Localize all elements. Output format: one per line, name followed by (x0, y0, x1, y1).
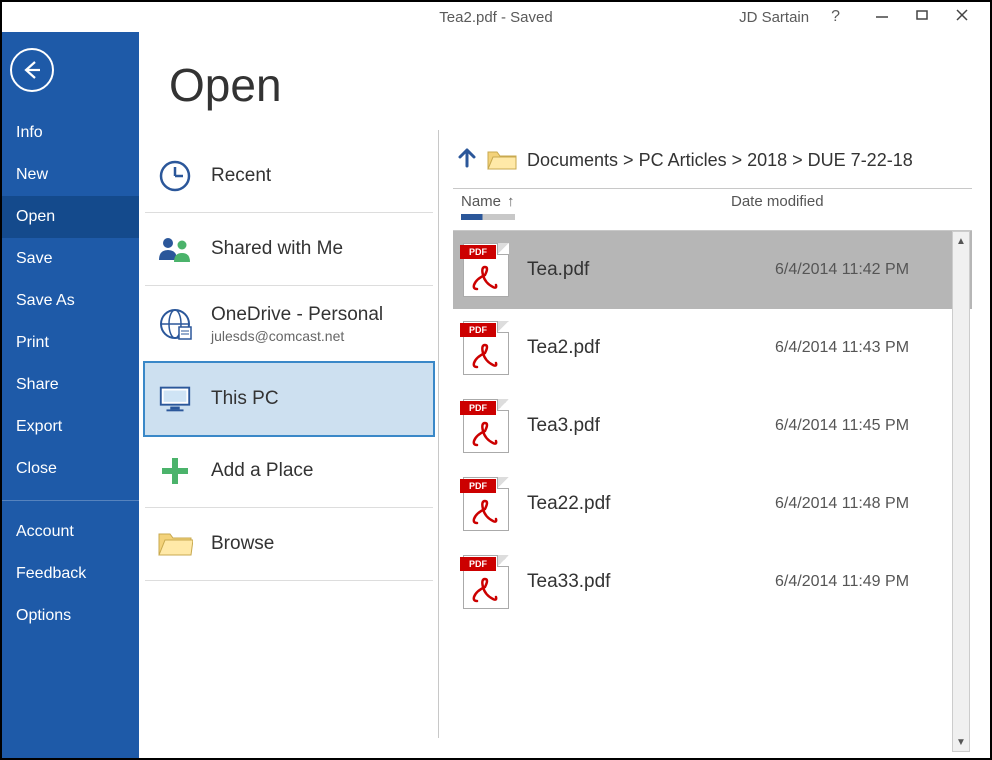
location-label: Recent (211, 165, 271, 187)
close-button[interactable] (942, 8, 982, 26)
file-name: Tea22.pdf (527, 493, 757, 515)
column-resize-handle[interactable] (461, 214, 515, 220)
up-folder-button[interactable] (457, 146, 477, 174)
scroll-track[interactable] (953, 250, 969, 733)
content-area: Open Recent Shared with Me OneDrive - Pers… (139, 32, 990, 758)
column-header-name[interactable]: Name ↑ (461, 193, 691, 210)
pdf-file-icon: PDF (463, 477, 509, 531)
locations-panel: Recent Shared with Me OneDrive - Personal j… (139, 130, 439, 758)
location-addplace[interactable]: Add a Place (145, 435, 433, 508)
sidebar-item-share[interactable]: Share (2, 364, 139, 406)
breadcrumb-segment[interactable]: 2018 (747, 150, 787, 170)
breadcrumb-separator-icon: > (618, 150, 639, 170)
browse-icon (157, 526, 193, 562)
location-label: Shared with Me (211, 238, 343, 260)
breadcrumb-separator-icon: > (787, 150, 808, 170)
minimize-button[interactable] (862, 8, 902, 26)
sidebar-item-new[interactable]: New (2, 154, 139, 196)
location-shared[interactable]: Shared with Me (145, 213, 433, 286)
sidebar-item-info[interactable]: Info (2, 112, 139, 154)
breadcrumb-segment[interactable]: PC Articles (639, 150, 727, 170)
back-button[interactable] (10, 48, 54, 92)
onedrive-icon (157, 306, 193, 342)
user-name[interactable]: JD Sartain (739, 9, 809, 26)
location-label: OneDrive - Personal (211, 304, 383, 326)
scroll-up-button[interactable]: ▲ (953, 232, 969, 250)
sidebar-item-print[interactable]: Print (2, 322, 139, 364)
file-row[interactable]: PDF Tea3.pdf 6/4/2014 11:45 PM (453, 387, 972, 465)
breadcrumb-separator-icon: > (727, 150, 748, 170)
scroll-down-button[interactable]: ▼ (953, 733, 969, 751)
file-name: Tea33.pdf (527, 571, 757, 593)
file-row[interactable]: PDF Tea.pdf 6/4/2014 11:42 PM (453, 231, 972, 309)
file-row[interactable]: PDF Tea22.pdf 6/4/2014 11:48 PM (453, 465, 972, 543)
thispc-icon (157, 381, 193, 417)
breadcrumb-segment[interactable]: DUE 7-22-18 (808, 150, 913, 170)
file-row[interactable]: PDF Tea33.pdf 6/4/2014 11:49 PM (453, 543, 972, 621)
file-list: PDF Tea.pdf 6/4/2014 11:42 PM PDF Tea2.pdf 6/… (453, 231, 972, 758)
scrollbar[interactable]: ▲ ▼ (952, 231, 970, 752)
sidebar-item-save[interactable]: Save (2, 238, 139, 280)
location-label: This PC (211, 388, 279, 410)
file-name: Tea2.pdf (527, 337, 757, 359)
location-label: Add a Place (211, 460, 313, 482)
file-date: 6/4/2014 11:45 PM (775, 417, 909, 435)
file-name: Tea.pdf (527, 259, 757, 281)
breadcrumb-segment[interactable]: Documents (527, 150, 618, 170)
folder-icon (487, 149, 517, 171)
location-thispc[interactable]: This PC (143, 361, 435, 437)
location-label: Browse (211, 533, 274, 555)
sidebar-item-export[interactable]: Export (2, 406, 139, 448)
location-recent[interactable]: Recent (145, 140, 433, 213)
breadcrumb-bar: Documents > PC Articles > 2018 > DUE 7-2… (453, 140, 990, 188)
sidebar-item-feedback[interactable]: Feedback (2, 553, 139, 595)
pdf-file-icon: PDF (463, 555, 509, 609)
sidebar-item-save-as[interactable]: Save As (2, 280, 139, 322)
restore-button[interactable] (902, 8, 942, 26)
file-pane: Documents > PC Articles > 2018 > DUE 7-2… (439, 130, 990, 758)
pdf-file-icon: PDF (463, 321, 509, 375)
addplace-icon (157, 453, 193, 489)
location-onedrive[interactable]: OneDrive - Personal julesds@comcast.net (145, 286, 433, 363)
file-name: Tea3.pdf (527, 415, 757, 437)
pdf-file-icon: PDF (463, 399, 509, 453)
title-bar: Tea2.pdf - Saved JD Sartain ? (2, 2, 990, 32)
shared-icon (157, 231, 193, 267)
file-row[interactable]: PDF Tea2.pdf 6/4/2014 11:43 PM (453, 309, 972, 387)
backstage-sidebar: InfoNewOpenSaveSave AsPrintShareExportCl… (2, 32, 139, 758)
location-sublabel: julesds@comcast.net (211, 328, 383, 344)
sort-asc-icon: ↑ (507, 193, 515, 210)
recent-icon (157, 158, 193, 194)
sidebar-item-open[interactable]: Open (2, 196, 139, 238)
app-window: Tea2.pdf - Saved JD Sartain ? InfoNewOpe… (0, 0, 992, 760)
sidebar-separator (2, 500, 139, 501)
page-title: Open (139, 32, 990, 130)
file-date: 6/4/2014 11:49 PM (775, 573, 909, 591)
column-header-date[interactable]: Date modified (731, 193, 824, 210)
file-date: 6/4/2014 11:48 PM (775, 495, 909, 513)
location-browse[interactable]: Browse (145, 508, 433, 581)
document-title: Tea2.pdf - Saved (439, 9, 552, 26)
sidebar-item-account[interactable]: Account (2, 511, 139, 553)
pdf-file-icon: PDF (463, 243, 509, 297)
file-date: 6/4/2014 11:42 PM (775, 261, 909, 279)
help-button[interactable]: ? (831, 8, 840, 26)
list-header: Name ↑ Date modified (453, 189, 990, 212)
sidebar-item-close[interactable]: Close (2, 448, 139, 490)
sidebar-item-options[interactable]: Options (2, 595, 139, 637)
file-date: 6/4/2014 11:43 PM (775, 339, 909, 357)
